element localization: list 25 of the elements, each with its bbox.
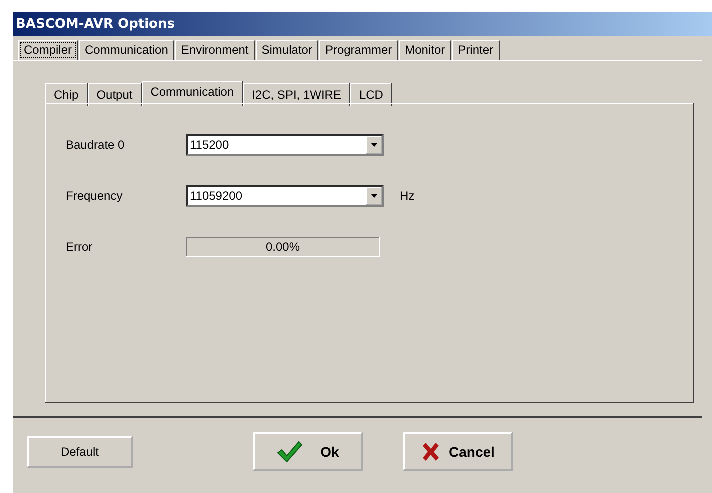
- tab[interactable]: Environment: [175, 40, 255, 60]
- tab[interactable]: Simulator: [256, 40, 318, 60]
- cancel-button[interactable]: Cancel: [403, 432, 513, 471]
- tab[interactable]: Printer: [452, 40, 500, 60]
- tab[interactable]: Programmer: [319, 40, 398, 60]
- tab[interactable]: Compiler: [18, 40, 78, 60]
- tab[interactable]: Output: [88, 83, 142, 106]
- tab[interactable]: Chip: [45, 83, 88, 106]
- readout-field: 0.00%: [186, 237, 380, 257]
- tab[interactable]: Communication: [79, 40, 174, 60]
- window-title: BASCOM-AVR Options: [16, 16, 175, 32]
- tab[interactable]: LCD: [350, 83, 392, 106]
- default-button[interactable]: Default: [27, 436, 133, 468]
- tab[interactable]: Monitor: [399, 40, 452, 60]
- ok-button[interactable]: Ok: [253, 432, 363, 471]
- field-label: Frequency: [66, 189, 124, 203]
- dropdown-field[interactable]: 11059200: [186, 185, 384, 207]
- field-label: Error: [66, 240, 94, 254]
- close-icon: [421, 442, 442, 462]
- checkmark-icon: [276, 440, 303, 462]
- unit-label: Hz: [400, 189, 415, 203]
- tab[interactable]: I2C, SPI, 1WIRE: [243, 83, 350, 106]
- tab[interactable]: Communication: [142, 81, 244, 106]
- field-label: Baudrate 0: [66, 138, 126, 152]
- dropdown-field[interactable]: 115200: [186, 134, 384, 156]
